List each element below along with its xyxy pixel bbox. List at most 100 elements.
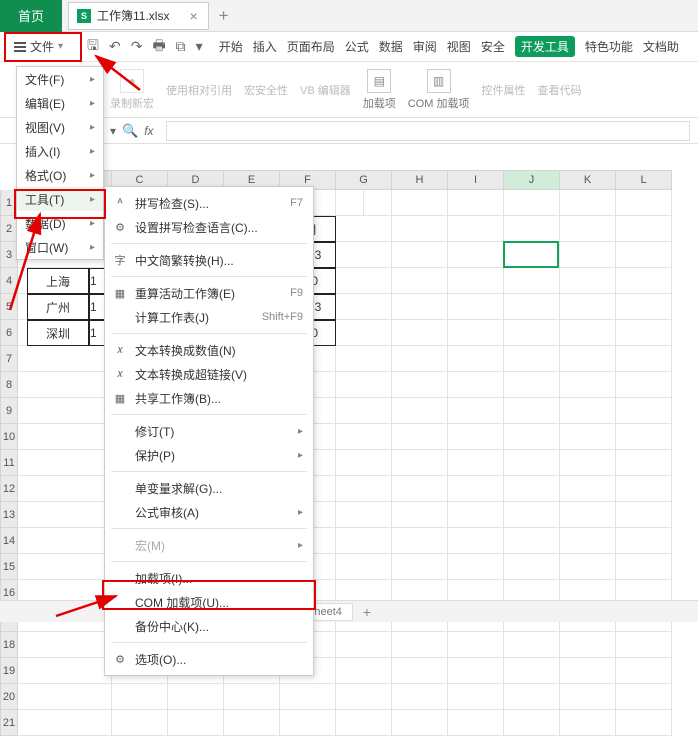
chevron-down-icon[interactable]: ▾	[196, 38, 203, 55]
menu-item-label: 公式审核(A)	[135, 504, 199, 521]
row-header[interactable]: 21	[0, 710, 18, 736]
row-header[interactable]: 11	[0, 450, 18, 476]
tool-menu-item[interactable]: ▦重算活动工作簿(E)F9	[105, 281, 313, 305]
ribbon-group: 宏安全性	[244, 82, 288, 98]
menu-item-icon	[113, 538, 127, 552]
file-menu-item[interactable]: 插入(I)▸	[17, 139, 103, 163]
file-menu-button[interactable]: 文件 ▾	[8, 36, 69, 58]
preview-icon[interactable]: ⧉	[176, 38, 186, 55]
home-tab[interactable]: 首页	[0, 0, 62, 32]
ribbon-group[interactable]: ▥COM 加载项	[408, 69, 470, 111]
ribbon-label: 录制新宏	[110, 95, 154, 111]
ribbon-tab[interactable]: 审阅	[413, 38, 437, 55]
tool-menu-item[interactable]: 加载项(I)...	[105, 566, 313, 590]
menu-item-label: 共享工作簿(B)...	[135, 390, 221, 407]
tool-menu-item[interactable]: 计算工作表(J)Shift+F9	[105, 305, 313, 329]
print-icon[interactable]: 🖶	[152, 35, 165, 59]
submenu-arrow-icon: ▸	[90, 146, 95, 157]
data-cell[interactable]: 上海	[27, 268, 89, 294]
tool-menu-item[interactable]: 单变量求解(G)...	[105, 476, 313, 500]
ribbon-tab-active[interactable]: 开发工具	[515, 36, 575, 57]
column-header[interactable]: G	[336, 170, 392, 190]
ribbon-tab[interactable]: 数据	[379, 38, 403, 55]
file-menu-item[interactable]: 文件(F)▸	[17, 67, 103, 91]
tool-menu-item[interactable]: 保护(P)▸	[105, 443, 313, 467]
menu-item-label: 宏(M)	[135, 537, 165, 554]
tool-menu-item[interactable]: ⚙设置拼写检查语言(C)...	[105, 215, 313, 239]
row-header[interactable]: 10	[0, 424, 18, 450]
add-sheet-button[interactable]: +	[363, 604, 371, 620]
column-header[interactable]: H	[392, 170, 448, 190]
tool-menu-item[interactable]: COM 加载项(U)...	[105, 590, 313, 614]
redo-icon[interactable]: ↷	[131, 38, 143, 55]
data-cell[interactable]: 广州	[27, 294, 89, 320]
tool-menu-item[interactable]: 修订(T)▸	[105, 419, 313, 443]
new-tab-button[interactable]: +	[219, 6, 229, 26]
column-header[interactable]: I	[448, 170, 504, 190]
file-menu-item[interactable]: 编辑(E)▸	[17, 91, 103, 115]
file-menu-item[interactable]: 视图(V)▸	[17, 115, 103, 139]
row-header[interactable]: 20	[0, 684, 18, 710]
submenu-arrow-icon: ▸	[90, 170, 95, 181]
tool-menu-item[interactable]: ⚙选项(O)...	[105, 647, 313, 671]
tool-menu-item[interactable]: 备份中心(K)...	[105, 614, 313, 638]
name-box-chevron[interactable]: ▾	[110, 124, 116, 138]
row-header[interactable]: 8	[0, 372, 18, 398]
tool-menu-item[interactable]: 𝑥文本转换成超链接(V)	[105, 362, 313, 386]
row-header[interactable]: 5	[0, 294, 18, 320]
formula-input[interactable]	[166, 121, 690, 141]
close-tab-icon[interactable]: ×	[189, 8, 197, 24]
menu-separator	[111, 276, 307, 277]
row-header[interactable]: 4	[0, 268, 18, 294]
file-dropdown-menu: 文件(F)▸编辑(E)▸视图(V)▸插入(I)▸格式(O)▸工具(T)▸数据(D…	[16, 66, 104, 260]
row-header[interactable]: 13	[0, 502, 18, 528]
menu-item-icon: ⚙	[113, 220, 127, 234]
ribbon-tab[interactable]: 公式	[345, 38, 369, 55]
tool-menu-item[interactable]: 字中文简繁转换(H)...	[105, 248, 313, 272]
ribbon-label: 宏安全性	[244, 82, 288, 98]
undo-icon[interactable]: ↶	[109, 38, 121, 55]
data-cell[interactable]: 深圳	[27, 320, 89, 346]
ribbon-tab[interactable]: 开始	[219, 38, 243, 55]
file-menu-item[interactable]: 数据(D)▸	[17, 211, 103, 235]
tool-menu-item[interactable]: ▦ 共享工作簿(B)...	[105, 386, 313, 410]
ribbon-tab[interactable]: 特色功能	[585, 38, 633, 55]
row-header[interactable]: 6	[0, 320, 18, 346]
ribbon-group[interactable]: ▤加载项	[363, 69, 396, 111]
file-menu-item[interactable]: 工具(T)▸	[17, 187, 103, 211]
ribbon-tab[interactable]: 安全	[481, 38, 505, 55]
row-header[interactable]: 15	[0, 554, 18, 580]
wps-sheet-icon: S	[77, 9, 91, 23]
menu-shortcut: Shift+F9	[262, 311, 303, 323]
save-icon[interactable]: 🖫	[87, 35, 99, 59]
row-header[interactable]: 9	[0, 398, 18, 424]
active-cell[interactable]	[503, 241, 559, 268]
tool-menu-item[interactable]: 𝑥文本转换成数值(N)	[105, 338, 313, 362]
row-header[interactable]: 12	[0, 476, 18, 502]
ribbon-tab[interactable]: 文档助	[643, 38, 679, 55]
row-header[interactable]: 19	[0, 658, 18, 684]
menu-item-icon: ▦	[113, 391, 127, 405]
column-header[interactable]: K	[560, 170, 616, 190]
row-header[interactable]: 7	[0, 346, 18, 372]
menu-shortcut: F9	[290, 287, 303, 299]
column-header[interactable]: J	[504, 170, 560, 190]
submenu-arrow-icon: ▸	[90, 122, 95, 133]
menu-item-icon	[113, 481, 127, 495]
file-menu-item[interactable]: 窗口(W)▸	[17, 235, 103, 259]
tool-menu-item[interactable]: ᴬ拼写检查(S)...F7	[105, 191, 313, 215]
tool-menu-item[interactable]: 公式审核(A)▸	[105, 500, 313, 524]
ribbon-tab[interactable]: 视图	[447, 38, 471, 55]
menu-item-label: 数据(D)	[25, 215, 66, 232]
row-header[interactable]: 18	[0, 632, 18, 658]
file-menu-item[interactable]: 格式(O)▸	[17, 163, 103, 187]
zoom-icon[interactable]: 🔍	[122, 123, 138, 139]
ribbon-label: 使用相对引用	[166, 82, 232, 98]
menu-item-icon	[113, 619, 127, 633]
ribbon-tab[interactable]: 页面布局	[287, 38, 335, 55]
menu-item-label: COM 加载项(U)...	[135, 594, 229, 611]
row-header[interactable]: 14	[0, 528, 18, 554]
column-header[interactable]: L	[616, 170, 672, 190]
ribbon-tab[interactable]: 插入	[253, 38, 277, 55]
workbook-tab[interactable]: S 工作簿11.xlsx ×	[68, 2, 209, 30]
